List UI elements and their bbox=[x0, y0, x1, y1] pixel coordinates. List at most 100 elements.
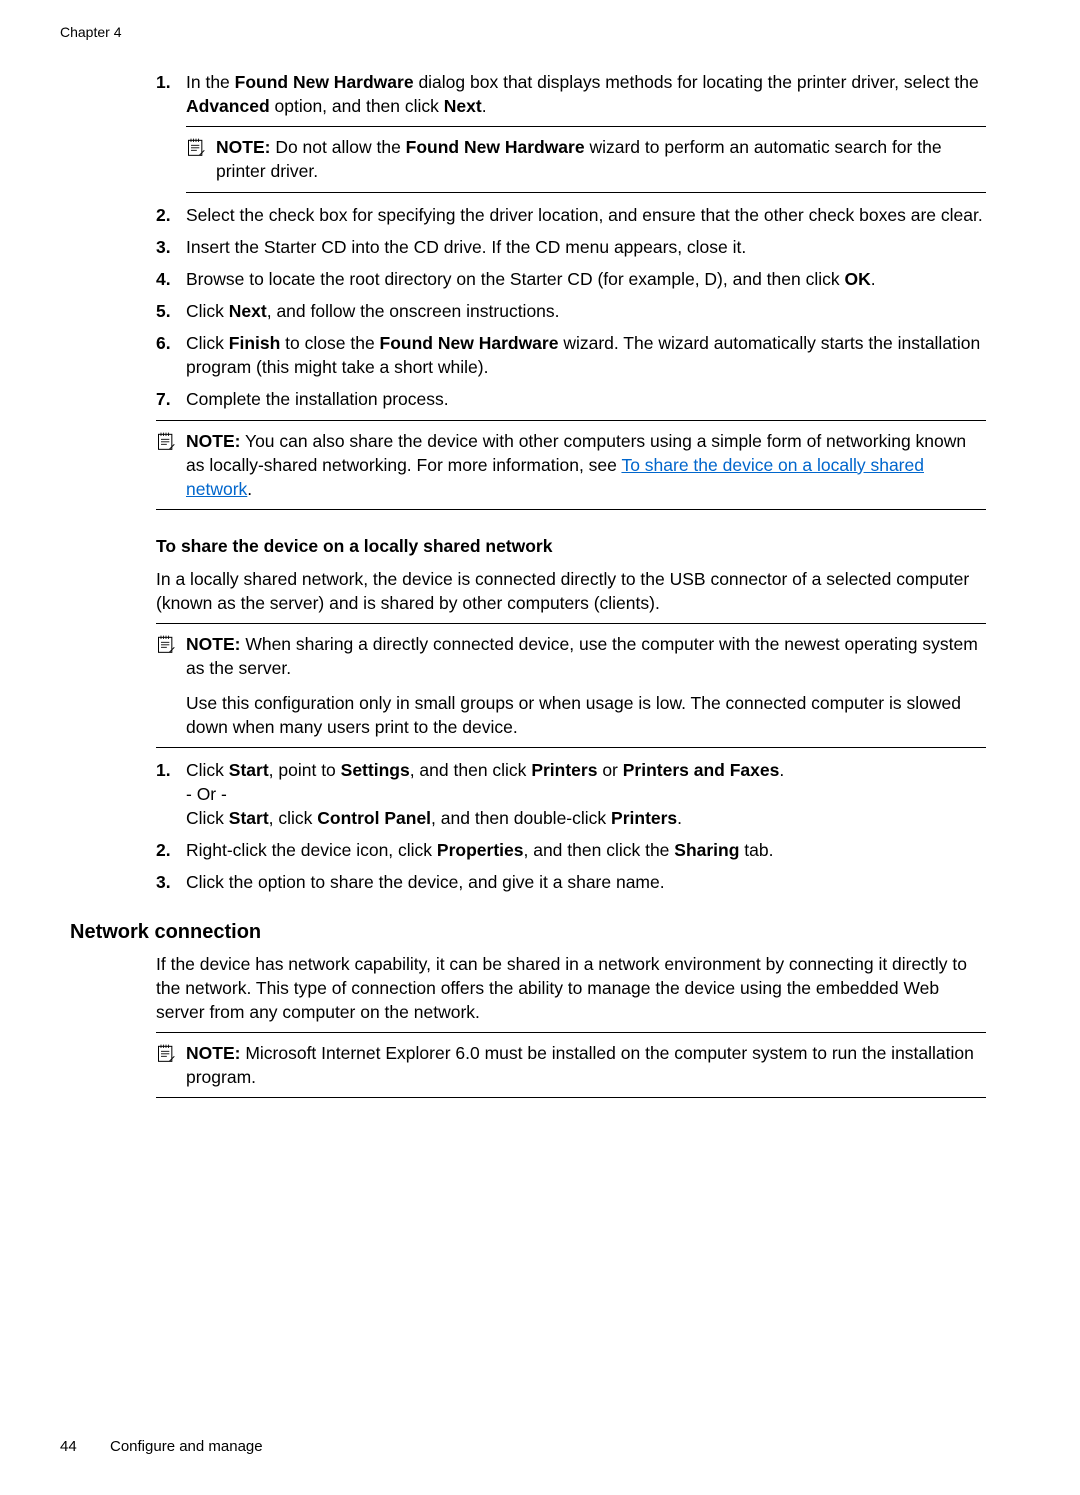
note-icon bbox=[156, 632, 186, 739]
note-icon bbox=[156, 429, 186, 501]
text-bold: Start bbox=[229, 808, 269, 828]
text-bold: Printers and Faxes bbox=[623, 760, 780, 780]
note-body: NOTE: Microsoft Internet Explorer 6.0 mu… bbox=[186, 1041, 986, 1089]
note-box-2: NOTE: You can also share the device with… bbox=[156, 420, 986, 510]
page-root: Chapter 4 1. In the Found New Hardware d… bbox=[0, 0, 1080, 1495]
text-run: , point to bbox=[269, 760, 341, 780]
steps-list-b: 1. Click Start, point to Settings, and t… bbox=[156, 758, 986, 895]
step-body: Complete the installation process. bbox=[186, 387, 986, 411]
step-body: Right-click the device icon, click Prope… bbox=[186, 838, 986, 862]
note-label: NOTE: bbox=[186, 431, 240, 451]
step-number: 1. bbox=[156, 758, 186, 830]
note-box-4: NOTE: Microsoft Internet Explorer 6.0 mu… bbox=[156, 1032, 986, 1098]
page-number: 44 bbox=[60, 1438, 110, 1455]
step-body: Click Next, and follow the onscreen inst… bbox=[186, 299, 986, 323]
step-b2: 2. Right-click the device icon, click Pr… bbox=[156, 838, 986, 862]
note-paragraph-1: NOTE: When sharing a directly connected … bbox=[186, 632, 986, 680]
text-bold: Properties bbox=[437, 840, 524, 860]
text-bold: Start bbox=[229, 760, 269, 780]
text-bold: Next bbox=[229, 301, 267, 321]
text-bold: Finish bbox=[229, 333, 281, 353]
text-bold: Printers bbox=[531, 760, 597, 780]
text-run: , and then double-click bbox=[431, 808, 611, 828]
step-number: 3. bbox=[156, 235, 186, 259]
step-number: 2. bbox=[156, 838, 186, 862]
step-body: Click Finish to close the Found New Hard… bbox=[186, 331, 986, 379]
note-body: NOTE: When sharing a directly connected … bbox=[186, 632, 986, 739]
subsection-paragraph: In a locally shared network, the device … bbox=[156, 567, 986, 615]
section-heading: Network connection bbox=[70, 921, 1020, 944]
note-box-1: NOTE: Do not allow the Found New Hardwar… bbox=[186, 126, 986, 192]
steps-list-a: 1. In the Found New Hardware dialog box … bbox=[156, 70, 986, 118]
note-icon bbox=[156, 1041, 186, 1089]
step-body: Select the check box for specifying the … bbox=[186, 203, 986, 227]
text-run: , and then click bbox=[410, 760, 532, 780]
text-bold: Next bbox=[444, 96, 482, 116]
text-bold: Printers bbox=[611, 808, 677, 828]
step-number: 6. bbox=[156, 331, 186, 379]
text-run: . bbox=[247, 479, 252, 499]
step-1: 1. In the Found New Hardware dialog box … bbox=[156, 70, 986, 118]
section-paragraph: If the device has network capability, it… bbox=[156, 952, 986, 1024]
step-5: 5. Click Next, and follow the onscreen i… bbox=[156, 299, 986, 323]
text-bold: Control Panel bbox=[317, 808, 431, 828]
step-3: 3. Insert the Starter CD into the CD dri… bbox=[156, 235, 986, 259]
note-box-3: NOTE: When sharing a directly connected … bbox=[156, 623, 986, 748]
text-run: . bbox=[871, 269, 876, 289]
note-icon bbox=[186, 135, 216, 183]
text-run: Browse to locate the root directory on t… bbox=[186, 269, 844, 289]
text-run: . bbox=[779, 760, 784, 780]
main-content: 1. In the Found New Hardware dialog box … bbox=[156, 70, 986, 895]
text-run: Microsoft Internet Explorer 6.0 must be … bbox=[186, 1043, 974, 1087]
step-2: 2. Select the check box for specifying t… bbox=[156, 203, 986, 227]
text-bold: Settings bbox=[341, 760, 410, 780]
note-label: NOTE: bbox=[216, 137, 270, 157]
page-footer: 44Configure and manage bbox=[60, 1438, 263, 1455]
text-bold: Sharing bbox=[674, 840, 739, 860]
text-run: When sharing a directly connected device… bbox=[186, 634, 978, 678]
step-4: 4. Browse to locate the root directory o… bbox=[156, 267, 986, 291]
text-run: , and follow the onscreen instructions. bbox=[267, 301, 560, 321]
section-body: If the device has network capability, it… bbox=[156, 952, 986, 1099]
step-number: 5. bbox=[156, 299, 186, 323]
step-number: 2. bbox=[156, 203, 186, 227]
text-run: , and then click the bbox=[523, 840, 674, 860]
chapter-label: Chapter 4 bbox=[60, 24, 1020, 40]
text-run: Click bbox=[186, 760, 229, 780]
text-run: Do not allow the bbox=[270, 137, 405, 157]
step-6: 6. Click Finish to close the Found New H… bbox=[156, 331, 986, 379]
note-label: NOTE: bbox=[186, 634, 240, 654]
text-run: . bbox=[482, 96, 487, 116]
step-body: Click the option to share the device, an… bbox=[186, 870, 986, 894]
note-paragraph-2: Use this configuration only in small gro… bbox=[186, 691, 986, 739]
text-run: . bbox=[677, 808, 682, 828]
text-bold: Advanced bbox=[186, 96, 270, 116]
footer-title: Configure and manage bbox=[110, 1438, 263, 1455]
note-body: NOTE: You can also share the device with… bbox=[186, 429, 986, 501]
text-bold: OK bbox=[844, 269, 870, 289]
text-run: dialog box that displays methods for loc… bbox=[414, 72, 979, 92]
step-number: 3. bbox=[156, 870, 186, 894]
text-run: Click bbox=[186, 808, 229, 828]
note-body: NOTE: Do not allow the Found New Hardwar… bbox=[216, 135, 986, 183]
step-body: In the Found New Hardware dialog box tha… bbox=[186, 70, 986, 118]
text-run: Click bbox=[186, 333, 229, 353]
text-bold: Found New Hardware bbox=[235, 72, 414, 92]
step-number: 4. bbox=[156, 267, 186, 291]
step-b1: 1. Click Start, point to Settings, and t… bbox=[156, 758, 986, 830]
text-bold: Found New Hardware bbox=[406, 137, 585, 157]
step-number: 1. bbox=[156, 70, 186, 118]
step-number: 7. bbox=[156, 387, 186, 411]
text-run: Right-click the device icon, click bbox=[186, 840, 437, 860]
steps-list-a-cont: 2. Select the check box for specifying t… bbox=[156, 203, 986, 412]
or-separator: - Or - bbox=[186, 784, 227, 804]
network-section: Network connection If the device has net… bbox=[70, 921, 1020, 1099]
text-run: tab. bbox=[739, 840, 773, 860]
text-bold: Found New Hardware bbox=[380, 333, 559, 353]
step-body: Browse to locate the root directory on t… bbox=[186, 267, 986, 291]
step-7: 7. Complete the installation process. bbox=[156, 387, 986, 411]
subsection-heading: To share the device on a locally shared … bbox=[156, 536, 986, 557]
step-body: Insert the Starter CD into the CD drive.… bbox=[186, 235, 986, 259]
step-b3: 3. Click the option to share the device,… bbox=[156, 870, 986, 894]
note-label: NOTE: bbox=[186, 1043, 240, 1063]
